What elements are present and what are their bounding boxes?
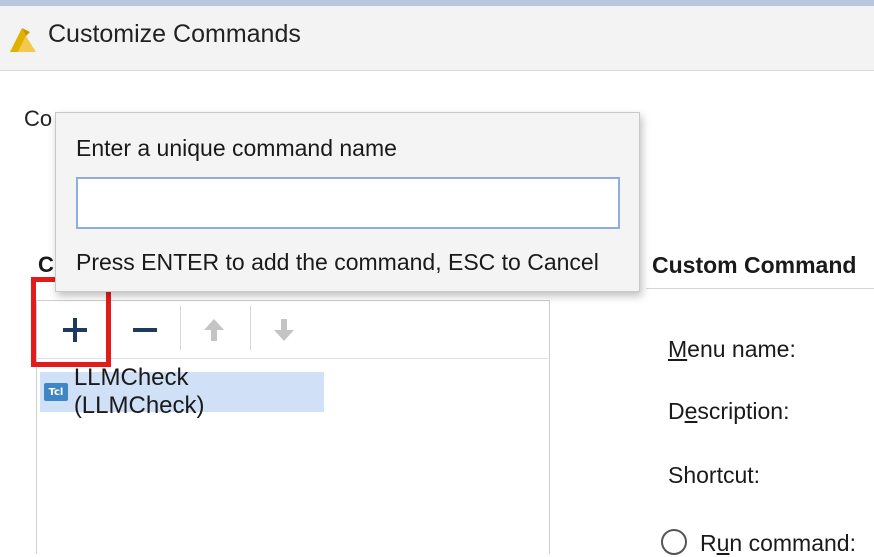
toolbar-separator bbox=[250, 306, 251, 350]
title-bar: Customize Commands bbox=[0, 6, 874, 71]
run-command-radio[interactable] bbox=[661, 529, 687, 555]
menu-name-label: Menu name: bbox=[668, 336, 796, 362]
description-label: Description: bbox=[668, 398, 790, 424]
commands-header: C bbox=[38, 252, 54, 277]
move-up-button[interactable] bbox=[190, 305, 238, 355]
window-title: Customize Commands bbox=[48, 20, 301, 48]
command-name-input[interactable] bbox=[76, 177, 620, 229]
remove-command-button[interactable] bbox=[118, 305, 172, 355]
intro-text: Co bbox=[24, 106, 53, 131]
minus-icon bbox=[133, 328, 157, 332]
arrow-down-icon bbox=[274, 319, 294, 341]
popup-title: Enter a unique command name bbox=[76, 135, 397, 161]
toolbar-separator bbox=[180, 306, 181, 350]
shortcut-label: Shortcut: bbox=[668, 462, 761, 488]
toolbar-divider bbox=[36, 358, 548, 359]
arrow-up-icon bbox=[204, 319, 224, 341]
app-logo-icon bbox=[10, 28, 36, 52]
list-item[interactable]: Tcl LLMCheck (LLMCheck) bbox=[40, 364, 324, 419]
command-label: LLMCheck (LLMCheck) bbox=[73, 364, 205, 419]
move-down-button[interactable] bbox=[260, 305, 308, 355]
command-name-popup: Enter a unique command name Press ENTER … bbox=[55, 112, 640, 292]
header-divider bbox=[646, 288, 874, 289]
tcl-icon: Tcl bbox=[44, 383, 68, 401]
popup-hint: Press ENTER to add the command, ESC to C… bbox=[76, 249, 599, 275]
custom-command-header: Custom Command bbox=[652, 252, 857, 278]
